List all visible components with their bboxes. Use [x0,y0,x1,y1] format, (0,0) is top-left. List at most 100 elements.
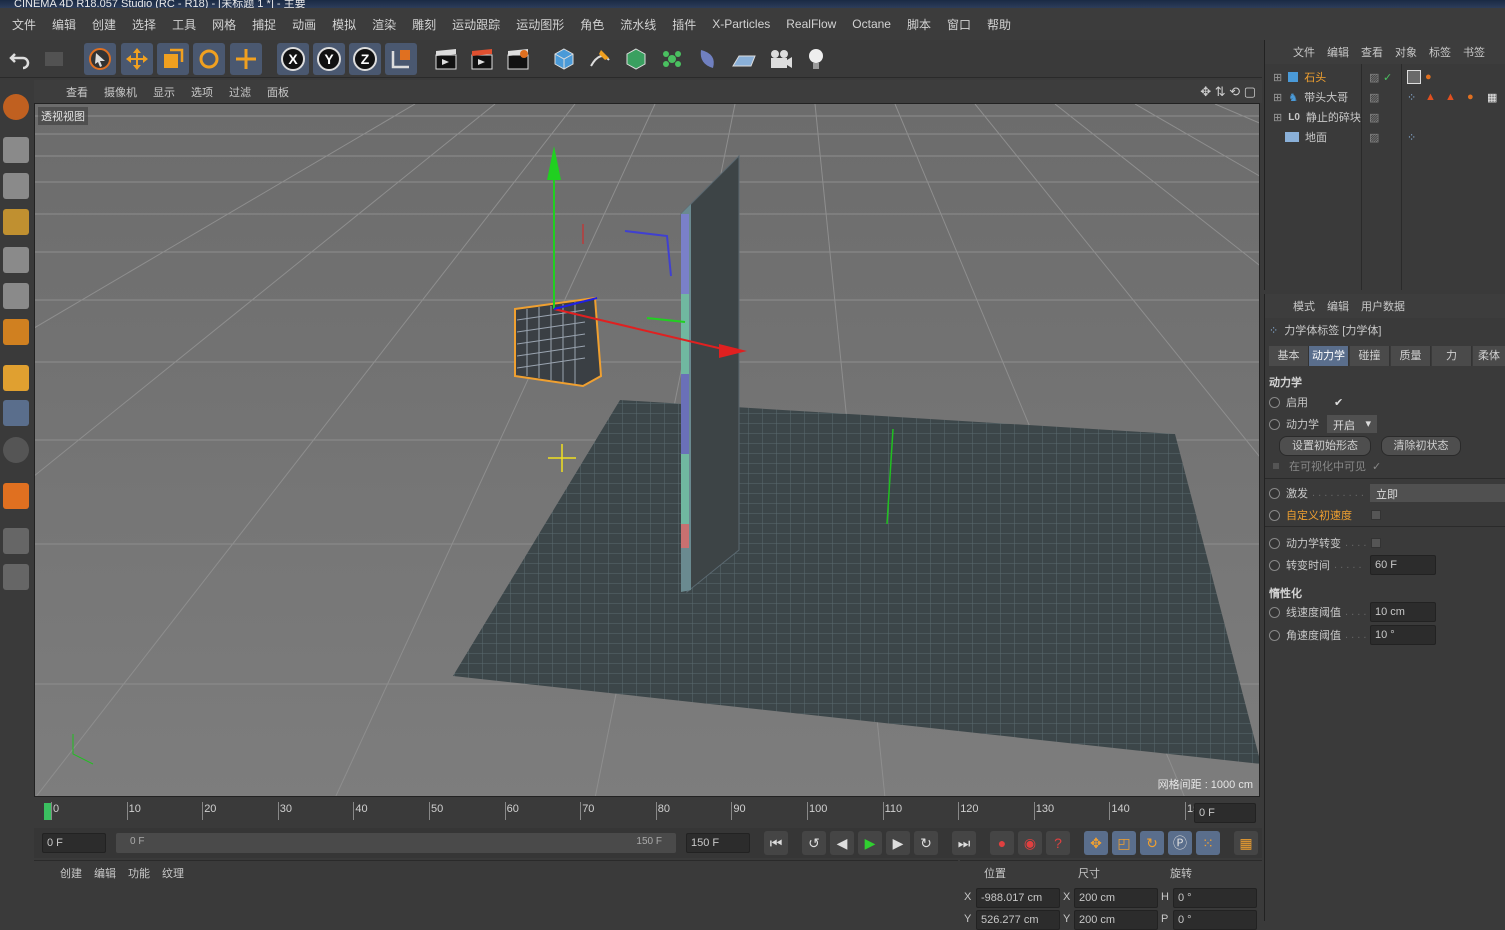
subdivision-surface-button[interactable] [620,43,652,75]
am-menu-edit[interactable]: 编辑 [1321,298,1355,314]
menu-octane[interactable]: Octane [844,17,899,31]
tab-soft-body[interactable]: 柔体 [1473,346,1505,366]
menu-motion-tracker[interactable]: 运动跟踪 [444,16,508,33]
visibility-toggle[interactable]: ▨ [1369,131,1379,144]
edges-mode-button[interactable] [3,283,29,309]
dynamics-dropdown[interactable]: 开启 ▾ [1327,415,1377,433]
menu-simulate[interactable]: 模拟 [324,16,364,33]
menu-mesh[interactable]: 网格 [204,16,244,33]
redo-button[interactable] [38,43,70,75]
z-axis-lock-button[interactable]: Z [349,43,381,75]
menu-file[interactable]: 文件 [4,16,44,33]
om-menu-object[interactable]: 对象 [1389,44,1423,60]
camera-button[interactable] [764,43,796,75]
keyframe-selection-button[interactable]: ? [1046,831,1070,855]
animate-radio[interactable] [1269,629,1280,641]
mat-menu-function[interactable]: 功能 [122,865,156,881]
cloner-button[interactable] [656,43,688,75]
workplane-mode-button[interactable] [3,209,29,235]
enabled-check-icon[interactable]: ✓ [1383,71,1392,84]
tab-force[interactable]: 力 [1432,346,1472,366]
warning-tag-icon[interactable]: ▲ [1445,91,1456,103]
prev-frame-button[interactable]: ◀ [830,831,854,855]
light-button[interactable] [800,43,832,75]
preview-range-slider[interactable]: 0 F 150 F [116,833,676,853]
set-initial-state-button[interactable]: 设置初始形态 [1279,436,1371,456]
current-frame-field[interactable]: 0 F [1194,803,1256,823]
next-key-button[interactable]: ↻ [914,831,938,855]
tab-mass[interactable]: 质量 [1391,346,1431,366]
timeline-ruler[interactable]: 0102030405060708090100110120130140150 0 … [34,798,1262,826]
mat-menu-edit[interactable]: 编辑 [88,865,122,881]
record-button[interactable]: ● [990,831,1014,855]
polygons-mode-button[interactable] [3,319,29,345]
om-menu-view[interactable]: 查看 [1355,44,1389,60]
menu-window[interactable]: 窗口 [939,16,979,33]
vp-menu-panel[interactable]: 面板 [259,84,297,100]
tab-basic[interactable]: 基本 [1269,346,1309,366]
record-rotation-button[interactable]: ↻ [1140,831,1164,855]
autokey-button[interactable]: ◉ [1018,831,1042,855]
om-menu-tags[interactable]: 标签 [1423,44,1457,60]
warning-tag-icon[interactable]: ▲ [1425,91,1436,103]
tab-dynamics[interactable]: 动力学 [1309,346,1349,366]
animate-radio[interactable] [1269,537,1280,549]
menu-select[interactable]: 选择 [124,16,164,33]
transition-time-field[interactable]: 60 F [1370,555,1436,575]
enabled-checkbox[interactable]: ✔ [1334,396,1343,409]
trigger-dropdown[interactable]: 立即 [1370,484,1505,502]
expand-icon[interactable]: ⊞ [1273,71,1282,84]
record-position-button[interactable]: ✥ [1084,831,1108,855]
end-frame-field[interactable]: 150 F [686,833,750,853]
goto-start-button[interactable]: ⏮ [764,831,788,855]
animate-radio[interactable] [1269,559,1280,571]
om-menu-file[interactable]: 文件 [1287,44,1321,60]
object-row-leader[interactable]: ⊞ ♞ 带头大哥 ▨ ⁘ ▲ ▲ ● ▦ [1265,87,1505,107]
menu-render[interactable]: 渲染 [364,16,404,33]
position-x-field[interactable]: -988.017 cm [976,888,1060,908]
expand-icon[interactable]: ⊞ [1273,111,1282,124]
goto-end-button[interactable]: ⏭ [952,831,976,855]
position-y-field[interactable]: 526.277 cm [976,910,1060,930]
scale-tool-button[interactable] [157,43,189,75]
material-tag-icon[interactable]: ● [1467,91,1474,103]
menu-help[interactable]: 帮助 [979,16,1019,33]
animate-radio[interactable] [1269,509,1280,521]
timeline-window-button[interactable]: ▦ [1234,831,1258,855]
am-menu-mode[interactable]: 模式 [1287,298,1321,314]
rigid-body-tag-icon[interactable]: ⁘ [1407,91,1416,104]
cube-primitive-button[interactable] [548,43,580,75]
vp-menu-view[interactable]: 查看 [58,84,96,100]
tweak-mode-button[interactable] [3,400,29,426]
vp-menu-display[interactable]: 显示 [145,84,183,100]
expand-icon[interactable]: ⊞ [1273,91,1282,104]
record-scale-button[interactable]: ◰ [1112,831,1136,855]
object-row-stone[interactable]: ⊞ 石头 ▨ ✓ ● [1265,67,1505,87]
linear-threshold-field[interactable]: 10 cm [1370,602,1436,622]
am-menu-userdata[interactable]: 用户数据 [1355,298,1411,314]
dynamic-transition-checkbox[interactable] [1371,538,1381,548]
animate-radio[interactable] [1269,396,1280,408]
grid-workplane-button[interactable] [3,564,29,590]
axis-mode-button[interactable] [3,365,29,391]
undo-button[interactable] [4,43,36,75]
menu-edit[interactable]: 编辑 [44,16,84,33]
menu-snap[interactable]: 捕捉 [244,16,284,33]
angular-threshold-field[interactable]: 10 ° [1370,625,1436,645]
om-menu-edit[interactable]: 编辑 [1321,44,1355,60]
rotation-h-field[interactable]: 0 ° [1173,888,1257,908]
visible-in-viz-check[interactable]: ✓ [1372,460,1381,473]
visibility-toggle[interactable]: ▨ [1369,91,1379,104]
custom-velocity-checkbox[interactable] [1371,510,1381,520]
start-frame-field[interactable]: 0 F [42,833,106,853]
clear-initial-state-button[interactable]: 清除初状态 [1381,436,1461,456]
live-select-button[interactable] [230,43,262,75]
floor-button[interactable] [728,43,760,75]
menu-sculpt[interactable]: 雕刻 [404,16,444,33]
move-tool-button[interactable] [121,43,153,75]
object-row-static-fragments[interactable]: ⊞ L0 静止的碎块 ▨ [1265,107,1505,127]
menu-animate[interactable]: 动画 [284,16,324,33]
lock-workplane-button[interactable] [3,528,29,554]
size-x-field[interactable]: 200 cm [1074,888,1158,908]
object-row-ground[interactable]: 地面 ▨ ⁘ [1265,127,1505,147]
